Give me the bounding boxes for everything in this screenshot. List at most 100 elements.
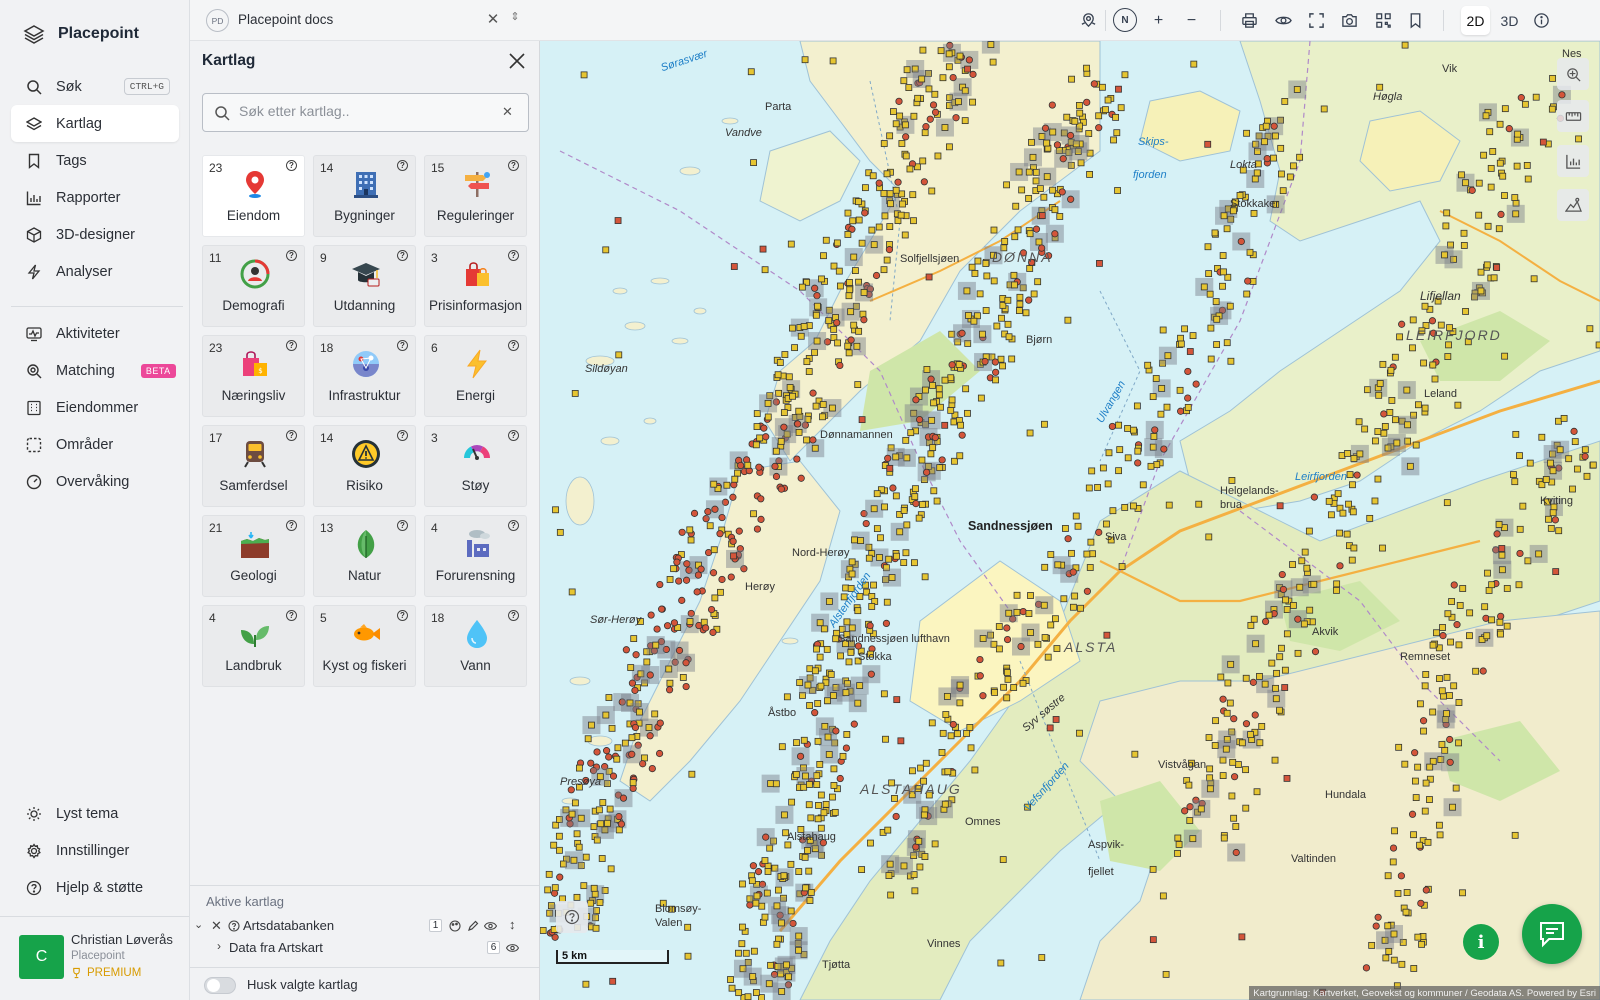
category-card-utdanning[interactable]: 9 ? Utdanning: [313, 245, 416, 327]
category-card-forurensning[interactable]: 4 ? Forurensning: [424, 515, 527, 597]
help-circle-icon[interactable]: [228, 920, 240, 932]
user-profile[interactable]: C Christian Løverås Placepoint PREMIUM: [0, 916, 189, 1000]
map-tool-elevation[interactable]: [1557, 189, 1589, 221]
help-icon[interactable]: ?: [508, 520, 519, 531]
help-icon[interactable]: ?: [286, 250, 297, 261]
brand[interactable]: Placepoint: [22, 22, 139, 46]
zoom-in-icon[interactable]: +: [1146, 8, 1171, 33]
mode-2d-button[interactable]: 2D: [1461, 6, 1490, 35]
help-icon[interactable]: ?: [286, 340, 297, 351]
mode-3d-button[interactable]: 3D: [1495, 6, 1524, 35]
chevron-right-icon[interactable]: ›: [217, 939, 221, 953]
sidebar-item-tags[interactable]: Tags: [11, 142, 179, 179]
sidebar-item-analyser[interactable]: Analyser: [11, 253, 179, 290]
active-sublayer-row[interactable]: › Data fra Artskart 6: [190, 939, 539, 961]
help-icon[interactable]: ?: [286, 520, 297, 531]
map-tool-measure[interactable]: [1557, 100, 1589, 132]
sidebar-item-matching[interactable]: Matching BETA: [11, 352, 179, 389]
category-card-eiendom[interactable]: 23 ? Eiendom: [202, 155, 305, 237]
help-icon[interactable]: ?: [508, 250, 519, 261]
sidebar-item-help[interactable]: Hjelp & støtte: [11, 869, 179, 906]
info-circle-icon[interactable]: [1529, 8, 1554, 33]
observation-marker: [1190, 60, 1198, 68]
reorder-icon[interactable]: ↕: [509, 917, 516, 932]
sidebar-item-eiendommer[interactable]: Eiendommer: [11, 389, 179, 426]
help-icon[interactable]: ?: [286, 160, 297, 171]
help-icon[interactable]: ?: [508, 430, 519, 441]
category-card-infrastruktur[interactable]: 18 ? Infrastruktur: [313, 335, 416, 417]
doc-name[interactable]: Placepoint docs: [238, 12, 333, 27]
compass-icon[interactable]: N: [1113, 8, 1137, 32]
observation-marker: [752, 899, 760, 907]
zoom-out-icon[interactable]: −: [1179, 8, 1204, 33]
print-icon[interactable]: [1237, 8, 1262, 33]
help-icon[interactable]: ?: [397, 520, 408, 531]
map-label: Skips-: [1138, 136, 1169, 148]
eye-icon[interactable]: [1271, 8, 1296, 33]
bookmark-view-icon[interactable]: [1403, 8, 1428, 33]
fullscreen-icon[interactable]: [1304, 8, 1329, 33]
help-icon[interactable]: ?: [286, 610, 297, 621]
active-layer-row[interactable]: ⌄ ✕ Artsdatabanken 1 ↕: [190, 917, 539, 939]
sidebar-item-kartlag[interactable]: Kartlag: [11, 105, 179, 142]
sidebar-item-innstillinger[interactable]: Innstillinger: [11, 832, 179, 869]
category-card-energi[interactable]: 6 ? Energi: [424, 335, 527, 417]
category-card-samferdsel[interactable]: 17 ? Samferdsel: [202, 425, 305, 507]
help-icon[interactable]: ?: [397, 250, 408, 261]
category-card-naeringsliv[interactable]: 23 ? $ Næringsliv: [202, 335, 305, 417]
map-tool-statistics[interactable]: [1557, 145, 1589, 177]
eye-icon[interactable]: [506, 943, 519, 953]
sidebar-item-3d-designer[interactable]: 3D-designer: [11, 216, 179, 253]
switch-doc-icon[interactable]: ⇕: [506, 10, 524, 28]
sidebar-item-lyst-tema[interactable]: Lyst tema: [11, 795, 179, 832]
category-card-vann[interactable]: 18 ? Vann: [424, 605, 527, 687]
chat-button[interactable]: [1522, 904, 1582, 964]
map-tool-search-area[interactable]: [1557, 58, 1589, 90]
chevron-down-icon[interactable]: ⌄: [194, 918, 203, 931]
edit-pencil-icon[interactable]: [467, 920, 479, 932]
help-icon[interactable]: ?: [508, 610, 519, 621]
map-layers-toggle-icon[interactable]: [1076, 8, 1101, 33]
info-button[interactable]: i: [1463, 924, 1499, 960]
category-card-natur[interactable]: 13 ? Natur: [313, 515, 416, 597]
eye-icon[interactable]: [484, 921, 497, 931]
remove-layer-icon[interactable]: ✕: [211, 918, 222, 934]
camera-icon[interactable]: [1337, 8, 1362, 33]
observation-marker: [1019, 679, 1027, 687]
help-icon[interactable]: ?: [508, 160, 519, 171]
observation-marker: [753, 525, 762, 533]
category-card-risiko[interactable]: 14 ? Risiko: [313, 425, 416, 507]
close-icon[interactable]: [508, 52, 526, 70]
map-help-button[interactable]: [556, 901, 588, 933]
help-icon[interactable]: ?: [397, 340, 408, 351]
layer-search-input[interactable]: [239, 103, 489, 119]
sidebar-item-search[interactable]: Søk CTRL+G: [11, 68, 179, 105]
clear-search-icon[interactable]: ✕: [502, 104, 513, 120]
palette-icon[interactable]: [449, 920, 461, 932]
map-view[interactable]: Sørasvær Parta Vandve Skips- fjorden Lok…: [540, 41, 1600, 1000]
sidebar-item-aktiviteter[interactable]: Aktiviteter: [11, 315, 179, 352]
map-label: Solfjellsjøen: [900, 253, 960, 265]
category-count: 14: [320, 161, 334, 175]
category-card-bygninger[interactable]: 14 ? Bygninger: [313, 155, 416, 237]
help-icon[interactable]: ?: [397, 160, 408, 171]
observation-marker: [1391, 353, 1399, 361]
category-card-geologi[interactable]: 21 ? Geologi: [202, 515, 305, 597]
help-icon[interactable]: ?: [397, 430, 408, 441]
remember-layers-toggle[interactable]: [204, 977, 236, 994]
help-icon[interactable]: ?: [286, 430, 297, 441]
observation-marker: [615, 826, 623, 834]
category-card-stoy[interactable]: 3 ? Støy: [424, 425, 527, 507]
category-card-reguleringer[interactable]: 15 ? Reguleringer: [424, 155, 527, 237]
close-doc-icon[interactable]: ✕: [484, 10, 502, 28]
category-card-landbruk[interactable]: 4 ? Landbruk: [202, 605, 305, 687]
sidebar-item-rapporter[interactable]: Rapporter: [11, 179, 179, 216]
help-icon[interactable]: ?: [397, 610, 408, 621]
category-card-demografi[interactable]: 11 ? Demografi: [202, 245, 305, 327]
category-card-kyst-og-fiskeri[interactable]: 5 ? Kyst og fiskeri: [313, 605, 416, 687]
category-card-prisinformasjon[interactable]: 3 ? Prisinformasjon: [424, 245, 527, 327]
help-icon[interactable]: ?: [508, 340, 519, 351]
sidebar-item-omrader[interactable]: Områder: [11, 426, 179, 463]
sidebar-item-overvaking[interactable]: Overvåking: [11, 463, 179, 500]
qr-code-icon[interactable]: [1371, 8, 1396, 33]
